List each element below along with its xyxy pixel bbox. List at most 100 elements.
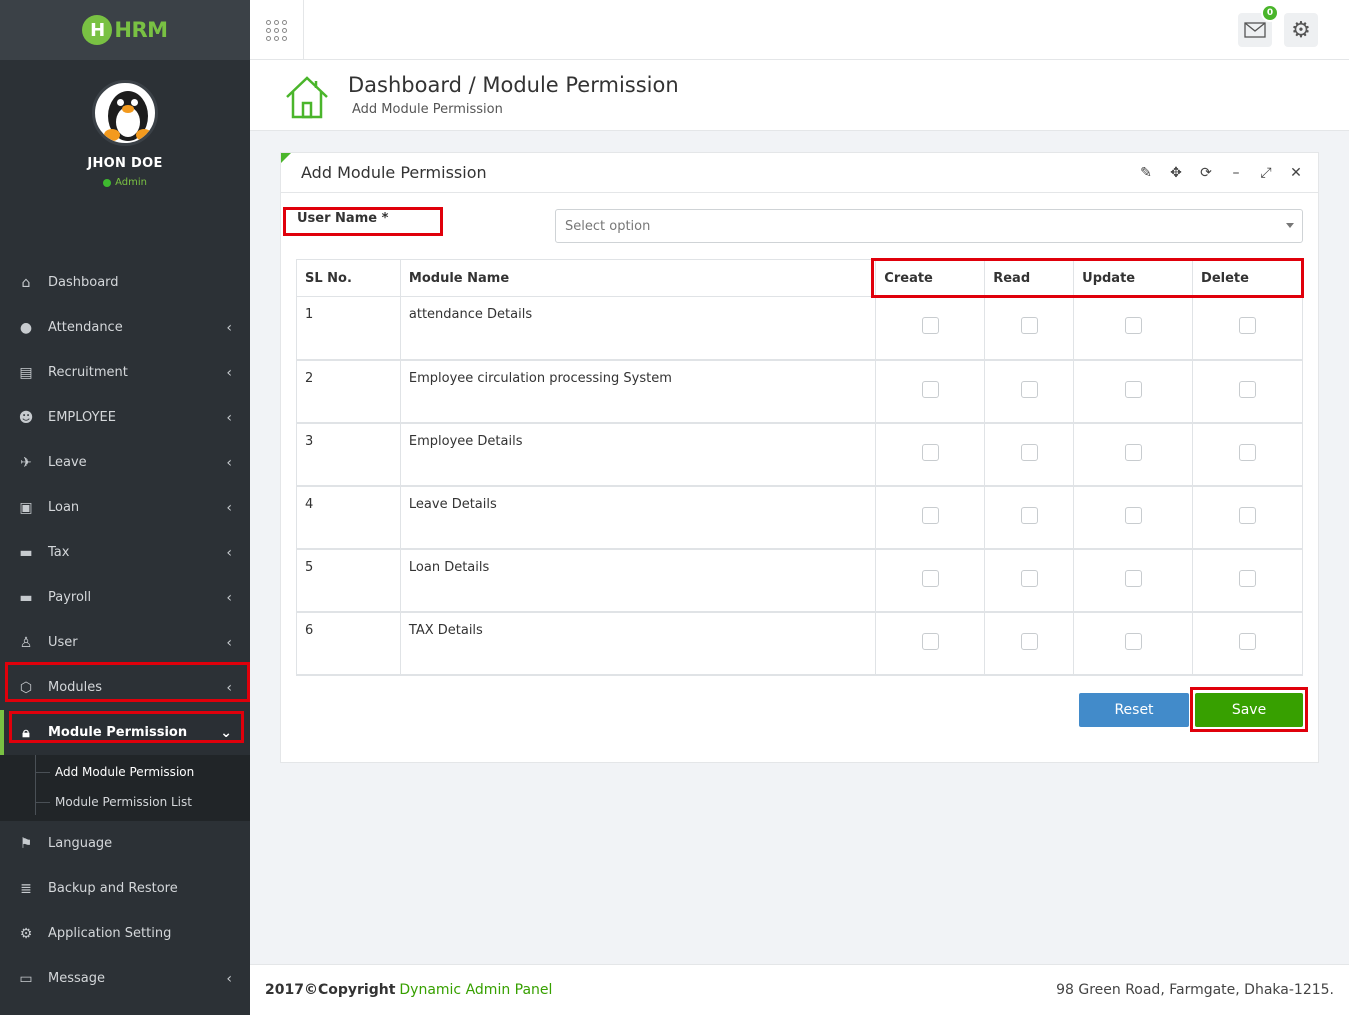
chevron-left-icon: ‹ bbox=[226, 679, 232, 696]
cell-module: attendance Details bbox=[399, 296, 877, 360]
reset-button[interactable]: Reset bbox=[1079, 693, 1189, 727]
sidebar-item-module-permission[interactable]: 🔒︎ Module Permission ⌄ bbox=[0, 710, 250, 755]
logo-text: HRM bbox=[114, 18, 168, 42]
move-icon[interactable]: ✥ bbox=[1166, 165, 1186, 181]
sidebar-subitem-add-module-permission[interactable]: Add Module Permission bbox=[0, 757, 250, 787]
footer-link[interactable]: Dynamic Admin Panel bbox=[399, 982, 1056, 998]
create-checkbox[interactable] bbox=[921, 569, 939, 587]
close-icon[interactable]: ✕ bbox=[1286, 165, 1306, 181]
delete-checkbox[interactable] bbox=[1239, 317, 1257, 335]
chevron-left-icon: ‹ bbox=[226, 364, 232, 381]
delete-checkbox[interactable] bbox=[1239, 380, 1257, 398]
sidebar-item-label: Attendance bbox=[48, 320, 123, 335]
sidebar-item-recruitment[interactable]: ▤ Recruitment ‹ bbox=[0, 350, 250, 395]
refresh-icon[interactable]: ⟳ bbox=[1196, 165, 1216, 181]
cell-sl: 2 bbox=[296, 359, 401, 423]
save-button[interactable]: Save bbox=[1195, 693, 1303, 727]
table-row: 5 Loan Details bbox=[296, 548, 1303, 612]
user-role-label: Admin bbox=[115, 177, 147, 188]
update-checkbox[interactable] bbox=[1124, 380, 1142, 398]
sidebar-subitem-module-permission-list[interactable]: Module Permission List bbox=[0, 787, 250, 817]
sidebar-item-label: Message bbox=[48, 971, 105, 986]
delete-checkbox[interactable] bbox=[1239, 569, 1257, 587]
table-row: 3 Employee Details bbox=[296, 422, 1303, 486]
cell-module: Leave Details bbox=[399, 485, 877, 549]
settings-button[interactable]: ⚙ bbox=[1284, 13, 1318, 47]
read-checkbox[interactable] bbox=[1020, 632, 1038, 650]
select-placeholder: Select option bbox=[565, 218, 651, 234]
sidebar-item-user[interactable]: ♙ User ‹ bbox=[0, 620, 250, 665]
read-checkbox[interactable] bbox=[1020, 506, 1038, 524]
create-checkbox[interactable] bbox=[921, 317, 939, 335]
col-create: Create bbox=[875, 259, 986, 297]
sidebar-item-application-setting[interactable]: ⚙ Application Setting bbox=[0, 911, 250, 956]
cell-module: Employee Details bbox=[399, 422, 877, 486]
delete-checkbox[interactable] bbox=[1239, 443, 1257, 461]
sidebar-item-label: EMPLOYEE bbox=[48, 410, 116, 425]
gear-icon: ⚙ bbox=[19, 925, 33, 942]
create-checkbox[interactable] bbox=[921, 506, 939, 524]
delete-checkbox[interactable] bbox=[1239, 506, 1257, 524]
page-title: Dashboard / Module Permission bbox=[348, 73, 679, 97]
create-checkbox[interactable] bbox=[921, 380, 939, 398]
sidebar-menu: ⌂ Dashboard ● Attendance ‹ ▤ Recruitment… bbox=[0, 260, 250, 1001]
expand-icon[interactable]: ⤢ bbox=[1256, 165, 1276, 181]
update-checkbox[interactable] bbox=[1124, 569, 1142, 587]
database-icon: ≣ bbox=[20, 880, 32, 897]
sidebar-item-attendance[interactable]: ● Attendance ‹ bbox=[0, 305, 250, 350]
update-checkbox[interactable] bbox=[1124, 632, 1142, 650]
read-checkbox[interactable] bbox=[1020, 317, 1038, 335]
chevron-left-icon: ‹ bbox=[226, 499, 232, 516]
footer: 2017©Copyright Dynamic Admin Panel 98 Gr… bbox=[250, 964, 1349, 1015]
sidebar-item-label: Language bbox=[48, 836, 113, 851]
update-checkbox[interactable] bbox=[1124, 443, 1142, 461]
sidebar-item-dashboard[interactable]: ⌂ Dashboard bbox=[0, 260, 250, 305]
money-icon: ▣ bbox=[19, 499, 33, 516]
user-name-label: User Name * bbox=[297, 211, 389, 226]
logo-bar: H HRM bbox=[0, 0, 250, 60]
footer-copyright: 2017©Copyright bbox=[265, 982, 396, 998]
sidebar-item-loan[interactable]: ▣ Loan ‹ bbox=[0, 485, 250, 530]
sidebar-item-label: Dashboard bbox=[48, 275, 119, 290]
minimize-icon[interactable]: – bbox=[1226, 165, 1246, 181]
notification-badge: 0 bbox=[1261, 4, 1279, 22]
chevron-left-icon: ‹ bbox=[226, 319, 232, 336]
update-checkbox[interactable] bbox=[1124, 317, 1142, 335]
read-checkbox[interactable] bbox=[1020, 569, 1038, 587]
sidebar-item-tax[interactable]: ▬ Tax ‹ bbox=[0, 530, 250, 575]
chevron-left-icon: ‹ bbox=[226, 634, 232, 651]
apps-grid-button[interactable] bbox=[250, 0, 304, 60]
create-checkbox[interactable] bbox=[921, 443, 939, 461]
sidebar-item-message[interactable]: ▭ Message ‹ bbox=[0, 956, 250, 1001]
user-profile: JHON DOE Admin bbox=[0, 60, 250, 260]
sidebar-item-payroll[interactable]: ▬ Payroll ‹ bbox=[0, 575, 250, 620]
chevron-left-icon: ‹ bbox=[226, 544, 232, 561]
chevron-down-icon: ⌄ bbox=[220, 724, 232, 741]
read-checkbox[interactable] bbox=[1020, 443, 1038, 461]
read-checkbox[interactable] bbox=[1020, 380, 1038, 398]
delete-checkbox[interactable] bbox=[1239, 632, 1257, 650]
chat-icon: ▭ bbox=[19, 970, 33, 987]
panel-tools: ✎ ✥ ⟳ – ⤢ ✕ bbox=[1136, 165, 1306, 181]
table-row: 6 TAX Details bbox=[296, 611, 1303, 675]
home-icon: ⌂ bbox=[21, 274, 31, 291]
user-icon: ● bbox=[19, 319, 33, 336]
avatar[interactable] bbox=[92, 80, 158, 146]
edit-icon[interactable]: ✎ bbox=[1136, 165, 1156, 181]
logo-mark: H bbox=[82, 15, 113, 45]
sidebar-item-language[interactable]: ⚑ Language bbox=[0, 821, 250, 866]
table-row: 2 Employee circulation processing System bbox=[296, 359, 1303, 423]
page-subtitle: Add Module Permission bbox=[352, 102, 503, 117]
sidebar-item-label: Modules bbox=[48, 680, 103, 695]
page-header: Dashboard / Module Permission Add Module… bbox=[250, 60, 1349, 131]
sidebar-item-leave[interactable]: ✈ Leave ‹ bbox=[0, 440, 250, 485]
logo[interactable]: H HRM bbox=[82, 15, 168, 45]
sidebar-item-employee[interactable]: ☻ EMPLOYEE ‹ bbox=[0, 395, 250, 440]
sidebar-item-modules[interactable]: ⬡ Modules ‹ bbox=[0, 665, 250, 710]
sidebar-item-backup[interactable]: ≣ Backup and Restore bbox=[0, 866, 250, 911]
update-checkbox[interactable] bbox=[1124, 506, 1142, 524]
permission-table: SL No. Module Name Create Read Update De… bbox=[296, 259, 1303, 676]
top-bar: 0 ⚙ bbox=[250, 0, 1349, 60]
user-name-select[interactable]: Select option bbox=[555, 209, 1303, 243]
create-checkbox[interactable] bbox=[921, 632, 939, 650]
